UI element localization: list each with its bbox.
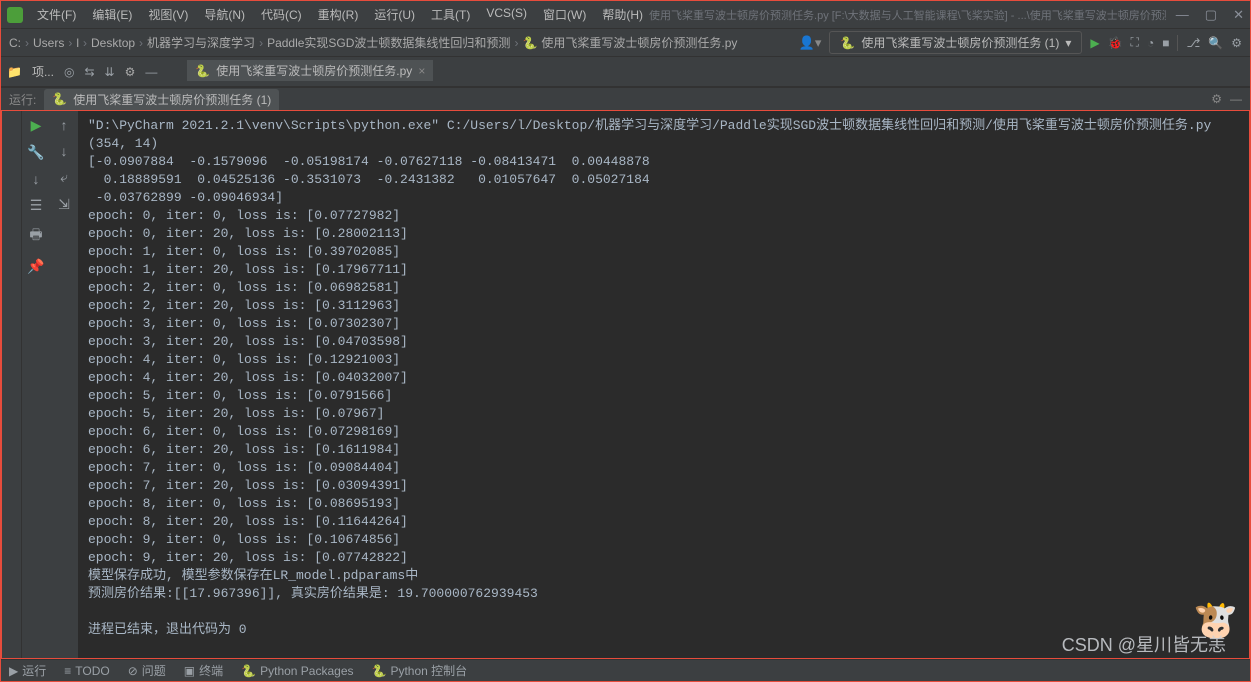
run-panel-header: 运行: 🐍 使用飞桨重写波士顿房价预测任务 (1) ⚙ — [1,87,1250,111]
wrench-icon[interactable]: 🔧 [27,144,44,161]
menu-window[interactable]: 窗口(W) [537,4,592,25]
breadcrumb: C:› Users› l› Desktop› 机器学习与深度学习› Paddle… [9,34,737,51]
titlebar: 文件(F) 编辑(E) 视图(V) 导航(N) 代码(C) 重构(R) 运行(U… [1,1,1250,29]
search-button[interactable]: 🔍 [1208,36,1223,50]
run-config-selector[interactable]: 🐍 使用飞桨重写波士顿房价预测任务 (1) ▾ [829,31,1082,54]
python-file-icon: 🐍 [522,36,537,50]
down-arrow-icon[interactable]: ↓ [61,143,68,159]
stop-button[interactable]: ■ [1162,36,1169,50]
chevron-down-icon: ▾ [1065,36,1071,50]
menu-run[interactable]: 运行(U) [368,4,421,25]
bottom-packages[interactable]: 🐍 Python Packages [241,664,353,678]
up-arrow-icon[interactable]: ↑ [61,117,68,133]
user-icon[interactable]: 👤▾ [799,35,822,51]
folder-icon[interactable]: 📁 [7,65,22,79]
layout-icon[interactable]: ☰ [30,197,43,214]
editor-tab-label: 使用飞桨重写波士顿房价预测任务.py [216,62,412,79]
collapse-icon[interactable]: ⇊ [105,65,115,79]
breadcrumb-ml[interactable]: 机器学习与深度学习 [147,34,255,51]
project-toolbar: 📁 项... ◎ ⇆ ⇊ ⚙ — 🐍 使用飞桨重写波士顿房价预测任务.py × [1,57,1250,87]
breadcrumb-l[interactable]: l [76,36,79,50]
console-output[interactable]: "D:\PyCharm 2021.2.1\venv\Scripts\python… [78,111,1249,658]
separator [1177,35,1178,51]
python-icon: 🐍 [840,36,855,50]
menu-code[interactable]: 代码(C) [255,4,308,25]
app-logo-icon [7,7,23,23]
rerun-icon[interactable]: ▶ [31,117,42,134]
project-label[interactable]: 项... [32,63,54,80]
target-icon[interactable]: ◎ [64,65,74,79]
settings-button[interactable]: ⚙ [1231,36,1242,50]
maximize-icon[interactable]: ▢ [1205,7,1217,23]
run-tab[interactable]: 🐍 使用飞桨重写波士顿房价预测任务 (1) [44,89,279,110]
breadcrumb-desktop[interactable]: Desktop [91,36,135,50]
window-title: 使用飞桨重写波士顿房价预测任务.py [F:\大数据与人工智能课程\飞桨实验] … [649,7,1166,23]
run-config-label: 使用飞桨重写波士顿房价预测任务 (1) [861,34,1059,51]
debug-button[interactable]: 🐞 [1108,36,1123,50]
breadcrumb-paddle[interactable]: Paddle实现SGD波士顿数据集线性回归和预测 [267,34,510,51]
navbar: C:› Users› l› Desktop› 机器学习与深度学习› Paddle… [1,29,1250,57]
menu-refactor[interactable]: 重构(R) [312,4,365,25]
python-icon: 🐍 [52,92,67,106]
scroll-icon[interactable]: ⇲ [58,196,70,213]
coverage-button[interactable]: ⛶ [1131,35,1139,50]
menu-view[interactable]: 视图(V) [142,4,194,25]
gear-icon[interactable]: ⚙ [125,65,136,79]
run-button[interactable]: ▶ [1090,36,1099,50]
run-actions: ▶ 🔧 ↓ ☰ 🖶 📌 [22,111,50,658]
breadcrumb-file[interactable]: 使用飞桨重写波士顿房价预测任务.py [541,34,737,51]
git-button[interactable]: ⎇ [1186,36,1200,50]
breadcrumb-users[interactable]: Users [33,36,64,50]
tab-close-icon[interactable]: × [418,64,425,78]
pin-icon[interactable]: 📌 [27,258,44,275]
run-panel-label: 运行: [9,91,36,108]
editor-tab[interactable]: 🐍 使用飞桨重写波士顿房价预测任务.py × [187,60,433,83]
bottom-run[interactable]: ▶ 运行 [9,662,46,679]
menu-help[interactable]: 帮助(H) [596,4,649,25]
hide-icon[interactable]: — [145,65,157,79]
menu-file[interactable]: 文件(F) [31,4,82,25]
profile-button[interactable]: ◔ [1147,36,1154,50]
expand-icon[interactable]: ⇆ [84,65,94,79]
menu-vcs[interactable]: VCS(S) [480,4,533,25]
console-actions: ↑ ↓ ⤶ ⇲ [50,111,78,658]
print-icon[interactable]: 🖶 [29,224,42,248]
menu-tools[interactable]: 工具(T) [425,4,476,25]
bottom-todo[interactable]: ≡ TODO [64,664,109,678]
python-file-icon: 🐍 [195,64,210,78]
run-gear-icon[interactable]: ⚙ [1211,92,1222,106]
left-gutter [2,111,22,658]
run-hide-icon[interactable]: — [1230,92,1242,106]
bottom-problem[interactable]: ⊘ 问题 [128,662,166,679]
wrap-icon[interactable]: ⤶ [60,169,68,186]
breadcrumb-root[interactable]: C: [9,36,21,50]
close-icon[interactable]: ✕ [1233,7,1244,23]
down-icon[interactable]: ↓ [33,171,40,187]
bottom-terminal[interactable]: ▣ 终端 [184,662,223,679]
bottom-bar: ▶ 运行 ≡ TODO ⊘ 问题 ▣ 终端 🐍 Python Packages … [1,659,1250,681]
menu-edit[interactable]: 编辑(E) [86,4,138,25]
minimize-icon[interactable]: — [1176,7,1189,23]
bottom-console[interactable]: 🐍 Python 控制台 [372,662,468,679]
menubar: 文件(F) 编辑(E) 视图(V) 导航(N) 代码(C) 重构(R) 运行(U… [31,4,649,25]
run-tab-label: 使用飞桨重写波士顿房价预测任务 (1) [73,91,271,108]
menu-navigate[interactable]: 导航(N) [198,4,251,25]
run-panel: ▶ 🔧 ↓ ☰ 🖶 📌 ↑ ↓ ⤶ ⇲ "D:\PyCharm 2021.2.1… [1,111,1250,659]
